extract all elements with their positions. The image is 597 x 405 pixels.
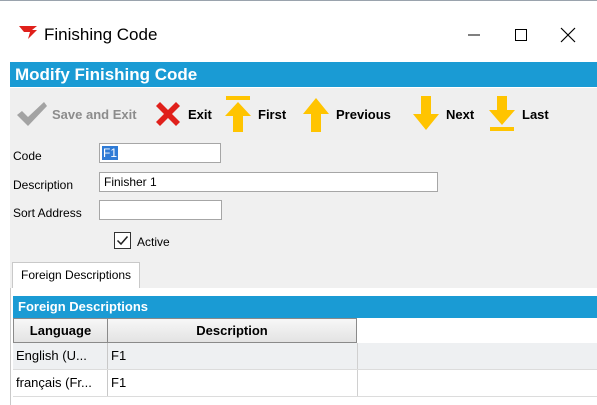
record-form: Code F1 Description Sort Address Active <box>10 140 597 258</box>
arrow-up-icon <box>298 94 334 134</box>
save-and-exit-button[interactable]: Save and Exit <box>14 88 137 140</box>
last-button[interactable]: Last <box>484 88 549 140</box>
grid-title: Foreign Descriptions <box>13 296 597 318</box>
tab-foreign-descriptions[interactable]: Foreign Descriptions <box>12 262 141 288</box>
previous-label: Previous <box>336 106 391 122</box>
close-button[interactable] <box>545 18 591 52</box>
first-label: First <box>258 106 287 122</box>
checkmark-icon <box>116 236 129 246</box>
exit-button[interactable]: Exit <box>150 88 212 140</box>
language-cell[interactable]: English (U... <box>13 343 107 369</box>
description-cell[interactable]: F1 <box>107 343 357 369</box>
description-field[interactable] <box>99 172 438 192</box>
arrow-down-to-bar-icon <box>484 94 520 134</box>
table-row[interactable]: English (U... F1 <box>13 343 597 370</box>
code-value: F1 <box>102 146 119 160</box>
code-label: Code <box>13 149 42 163</box>
close-icon <box>560 27 576 43</box>
previous-button[interactable]: Previous <box>298 88 391 140</box>
grid-header-row: Language Description <box>13 318 597 343</box>
sort-address-field[interactable] <box>99 200 222 220</box>
sort-address-label: Sort Address <box>13 206 82 220</box>
column-divider <box>357 370 358 396</box>
last-label: Last <box>522 106 549 122</box>
active-label: Active <box>137 235 170 249</box>
save-and-exit-label: Save and Exit <box>52 106 137 122</box>
foreign-descriptions-grid: Foreign Descriptions Language Descriptio… <box>13 296 597 405</box>
red-x-icon <box>150 94 186 134</box>
maximize-icon <box>515 29 527 41</box>
language-cell[interactable]: français (Fr... <box>13 370 107 396</box>
page-title: Modify Finishing Code <box>10 62 597 87</box>
arrow-down-icon <box>408 94 444 134</box>
checkmark-icon <box>14 94 50 134</box>
active-checkbox[interactable] <box>114 232 131 249</box>
column-header-description[interactable]: Description <box>107 318 357 343</box>
description-cell[interactable]: F1 <box>107 370 357 396</box>
column-divider <box>357 343 358 369</box>
app-logo-icon <box>19 26 37 39</box>
next-button[interactable]: Next <box>408 88 474 140</box>
maximize-button[interactable] <box>498 18 544 52</box>
code-field[interactable]: F1 <box>99 143 221 163</box>
exit-label: Exit <box>188 106 212 122</box>
table-row[interactable]: français (Fr... F1 <box>13 370 597 397</box>
first-button[interactable]: First <box>220 88 286 140</box>
window-title: Finishing Code <box>44 25 158 44</box>
minimize-icon <box>468 34 480 36</box>
minimize-button[interactable] <box>451 18 497 52</box>
arrow-up-to-bar-icon <box>220 94 256 134</box>
tab-strip: Foreign Descriptions <box>10 258 597 288</box>
toolbar: Save and Exit Exit First Previous Next L… <box>10 88 597 140</box>
description-label: Description <box>13 178 74 192</box>
next-label: Next <box>446 106 475 122</box>
column-header-language[interactable]: Language <box>13 318 108 343</box>
